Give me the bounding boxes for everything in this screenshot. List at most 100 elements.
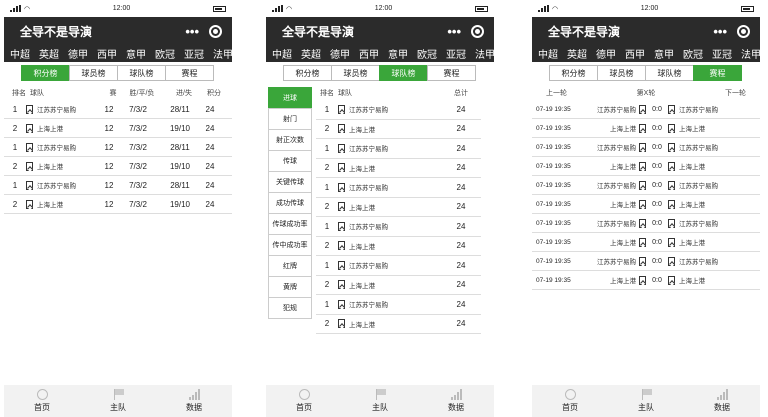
nav-item[interactable]: 数据 xyxy=(448,389,464,413)
nav-item[interactable]: 首页 xyxy=(562,389,578,413)
league-tab[interactable]: 意甲 xyxy=(126,46,146,61)
table-row[interactable]: 2 上海上港 12 7/3/2 19/10 24 xyxy=(4,195,232,214)
match-row[interactable]: 07-19 19:35 上海上港 0:0 上海上港 xyxy=(532,195,760,214)
league-tab[interactable]: 英超 xyxy=(39,46,59,61)
table-row[interactable]: 1 江苏苏宁易购 24 xyxy=(316,256,481,276)
stat-category[interactable]: 传球成功率 xyxy=(268,213,312,235)
team-flag-icon xyxy=(338,104,345,114)
table-row[interactable]: 1 江苏苏宁易购 12 7/3/2 28/11 24 xyxy=(4,138,232,157)
more-icon[interactable]: ••• xyxy=(713,24,727,39)
league-tab[interactable]: 欧冠 xyxy=(683,46,703,61)
league-tab[interactable]: 亚冠 xyxy=(184,46,204,61)
table-row[interactable]: 1 江苏苏宁易购 24 xyxy=(316,217,481,237)
table-row[interactable]: 2 上海上港 12 7/3/2 19/10 24 xyxy=(4,119,232,138)
sub-tab[interactable]: 赛程 xyxy=(165,65,214,81)
nav-item[interactable]: 主队 xyxy=(110,389,126,413)
nav-label: 首页 xyxy=(296,403,312,412)
stat-category[interactable]: 进球 xyxy=(268,87,312,109)
sub-tab[interactable]: 积分榜 xyxy=(549,65,598,81)
match-row[interactable]: 07-19 19:35 江苏苏宁易购 0:0 江苏苏宁易购 xyxy=(532,176,760,195)
target-icon[interactable] xyxy=(471,24,484,38)
nav-item[interactable]: 数据 xyxy=(186,389,202,413)
league-tab[interactable]: 亚冠 xyxy=(712,46,732,61)
nav-item[interactable]: 首页 xyxy=(34,389,50,413)
league-tab[interactable]: 西甲 xyxy=(359,46,379,61)
league-tab[interactable]: 法甲 xyxy=(475,46,494,61)
league-tab[interactable]: 中超 xyxy=(272,46,292,61)
next-round-button[interactable]: 下一轮 xyxy=(725,88,746,98)
sub-tab[interactable]: 赛程 xyxy=(693,65,742,81)
sub-tab[interactable]: 球队榜 xyxy=(645,65,694,81)
table-row[interactable]: 2 上海上港 24 xyxy=(316,276,481,295)
league-tab[interactable]: 英超 xyxy=(567,46,587,61)
league-tab[interactable]: 亚冠 xyxy=(446,46,466,61)
match-row[interactable]: 07-19 19:35 江苏苏宁易购 0:0 江苏苏宁易购 xyxy=(532,252,760,271)
league-tab[interactable]: 欧冠 xyxy=(417,46,437,61)
sub-tab[interactable]: 球员榜 xyxy=(69,65,118,81)
match-row[interactable]: 07-19 19:35 上海上港 0:0 上海上港 xyxy=(532,157,760,176)
table-row[interactable]: 2 上海上港 24 xyxy=(316,198,481,217)
stat-category[interactable]: 传球 xyxy=(268,150,312,172)
stat-category[interactable]: 射门 xyxy=(268,108,312,130)
league-tab[interactable]: 西甲 xyxy=(625,46,645,61)
match-row[interactable]: 07-19 19:35 上海上港 0:0 上海上港 xyxy=(532,233,760,252)
team-flag-icon xyxy=(639,257,646,267)
nav-item[interactable]: 数据 xyxy=(714,389,730,413)
match-row[interactable]: 07-19 19:35 上海上港 0:0 上海上港 xyxy=(532,271,760,290)
flag-icon xyxy=(641,389,652,400)
table-row[interactable]: 1 江苏苏宁易购 24 xyxy=(316,100,481,120)
games: 12 xyxy=(104,161,114,171)
table-row[interactable]: 2 上海上港 24 xyxy=(316,315,481,334)
league-tab[interactable]: 法甲 xyxy=(741,46,760,61)
nav-item[interactable]: 主队 xyxy=(638,389,654,413)
nav-item[interactable]: 主队 xyxy=(372,389,388,413)
more-icon[interactable]: ••• xyxy=(447,24,461,39)
sub-tab[interactable]: 球队榜 xyxy=(117,65,166,81)
league-tab[interactable]: 意甲 xyxy=(654,46,674,61)
league-tab[interactable]: 意甲 xyxy=(388,46,408,61)
stat-category[interactable]: 关键传球 xyxy=(268,171,312,193)
sub-tab[interactable]: 积分榜 xyxy=(283,65,332,81)
stat-category[interactable]: 成功传球 xyxy=(268,192,312,214)
away-team: 上海上港 xyxy=(679,202,705,209)
table-row[interactable]: 1 江苏苏宁易购 24 xyxy=(316,178,481,198)
table-row[interactable]: 1 江苏苏宁易购 12 7/3/2 28/11 24 xyxy=(4,176,232,195)
league-tab[interactable]: 德甲 xyxy=(330,46,350,61)
league-tab[interactable]: 德甲 xyxy=(596,46,616,61)
table-row[interactable]: 1 江苏苏宁易购 12 7/3/2 28/11 24 xyxy=(4,100,232,119)
league-tab[interactable]: 中超 xyxy=(538,46,558,61)
match-row[interactable]: 07-19 19:35 上海上港 0:0 上海上港 xyxy=(532,119,760,138)
table-row[interactable]: 2 上海上港 24 xyxy=(316,120,481,139)
league-tab[interactable]: 法甲 xyxy=(213,46,232,61)
table-row[interactable]: 2 上海上港 24 xyxy=(316,159,481,178)
sub-tab[interactable]: 球员榜 xyxy=(597,65,646,81)
sub-tab[interactable]: 球队榜 xyxy=(379,65,428,81)
prev-round-button[interactable]: 上一轮 xyxy=(546,88,567,98)
table-row[interactable]: 1 江苏苏宁易购 24 xyxy=(316,139,481,159)
match-row[interactable]: 07-19 19:35 江苏苏宁易购 0:0 江苏苏宁易购 xyxy=(532,214,760,233)
league-tab[interactable]: 欧冠 xyxy=(155,46,175,61)
league-tab[interactable]: 中超 xyxy=(10,46,30,61)
match-row[interactable]: 07-19 19:35 江苏苏宁易购 0:0 江苏苏宁易购 xyxy=(532,100,760,119)
match-score: 0:0 xyxy=(652,181,662,189)
league-tab[interactable]: 西甲 xyxy=(97,46,117,61)
more-icon[interactable]: ••• xyxy=(185,24,199,39)
league-tab[interactable]: 英超 xyxy=(301,46,321,61)
table-row[interactable]: 2 上海上港 12 7/3/2 19/10 24 xyxy=(4,157,232,176)
match-row[interactable]: 07-19 19:35 江苏苏宁易购 0:0 江苏苏宁易购 xyxy=(532,138,760,157)
table-row[interactable]: 2 上海上港 24 xyxy=(316,237,481,256)
stat-category[interactable]: 传中成功率 xyxy=(268,234,312,256)
header-wdl: 胜/平/负 xyxy=(129,90,155,97)
sub-tab[interactable]: 积分榜 xyxy=(21,65,70,81)
stat-category[interactable]: 犯规 xyxy=(268,297,312,319)
sub-tab[interactable]: 赛程 xyxy=(427,65,476,81)
stat-category[interactable]: 射正次数 xyxy=(268,129,312,151)
table-row[interactable]: 1 江苏苏宁易购 24 xyxy=(316,295,481,315)
stat-category[interactable]: 黄牌 xyxy=(268,276,312,298)
target-icon[interactable] xyxy=(209,24,222,38)
sub-tab[interactable]: 球员榜 xyxy=(331,65,380,81)
nav-item[interactable]: 首页 xyxy=(296,389,312,413)
target-icon[interactable] xyxy=(737,24,750,38)
stat-category[interactable]: 红牌 xyxy=(268,255,312,277)
league-tab[interactable]: 德甲 xyxy=(68,46,88,61)
